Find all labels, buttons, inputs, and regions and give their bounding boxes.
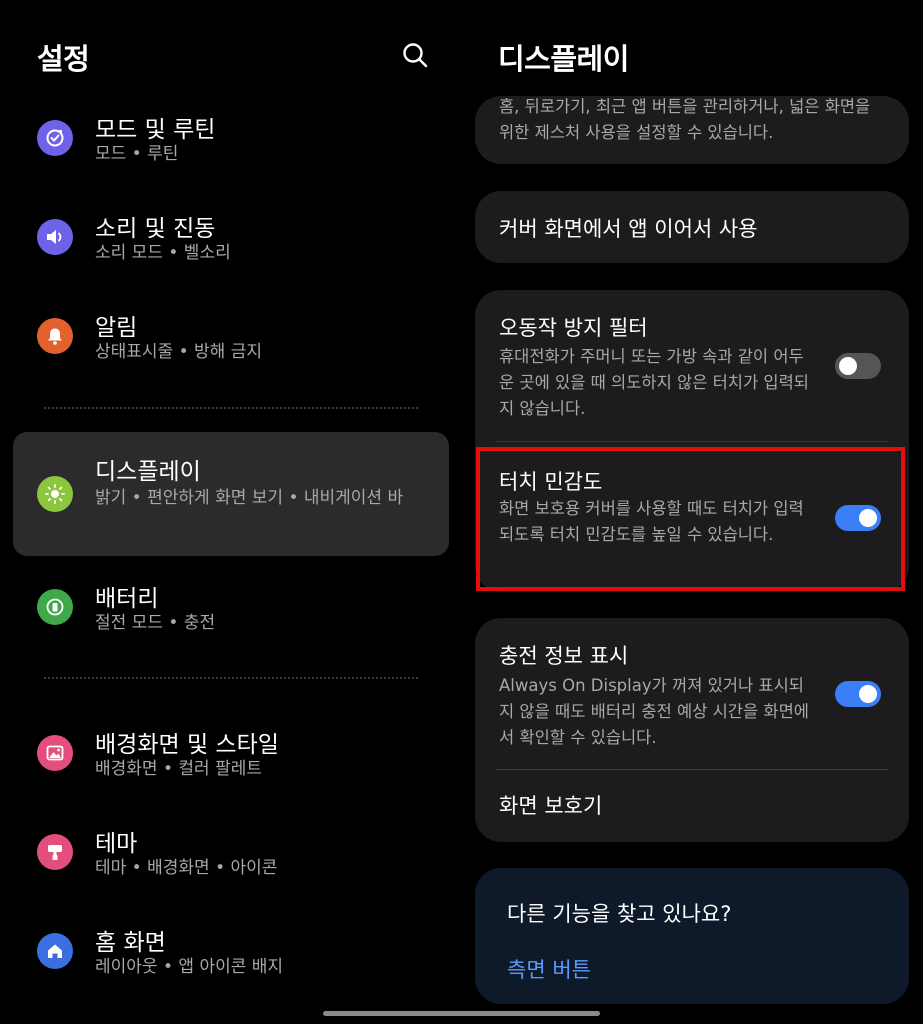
menu-item-subtitle: 테마 • 배경화면 • 아이콘 xyxy=(95,858,278,878)
volume-icon xyxy=(37,219,73,255)
navigation-bar-description: 홈, 뒤로가기, 최근 앱 버튼을 관리하거나, 넓은 화면을 위한 제스처 사… xyxy=(499,97,871,142)
settings-pane: 설정 모드 및 루틴 모드 • 루틴 소리 및 진동 소리 모드 • 벨소리 알… xyxy=(0,0,462,1024)
section-divider xyxy=(44,677,418,679)
gesture-home-bar[interactable] xyxy=(323,1011,600,1016)
image-icon xyxy=(37,735,73,771)
menu-item-subtitle: 레이아웃 • 앱 아이콘 배지 xyxy=(95,957,284,977)
routine-icon xyxy=(37,120,73,156)
menu-item-sound[interactable]: 소리 및 진동 소리 모드 • 벨소리 xyxy=(13,199,449,281)
menu-item-theme[interactable]: 테마 테마 • 배경화면 • 아이콘 xyxy=(13,814,449,896)
menu-item-notifications[interactable]: 알림 상태표시줄 • 방해 금지 xyxy=(13,298,449,380)
menu-item-title: 디스플레이 xyxy=(95,459,201,485)
charging-screensaver-card: 충전 정보 표시 Always On Display가 꺼져 있거나 표시되지 … xyxy=(475,618,909,842)
menu-item-title: 홈 화면 xyxy=(95,930,166,956)
menu-item-title: 알림 xyxy=(95,315,138,341)
sun-icon xyxy=(37,476,73,512)
charging-info-description: Always On Display가 꺼져 있거나 표시되지 않을 때도 배터리… xyxy=(499,676,809,747)
looking-for-else-title: 다른 기능을 찾고 있나요? xyxy=(507,902,732,926)
menu-item-subtitle: 모드 • 루틴 xyxy=(95,144,179,164)
menu-item-wallpaper-style[interactable]: 배경화면 및 스타일 배경화면 • 컬러 팔레트 xyxy=(13,715,449,797)
menu-item-title: 배터리 xyxy=(95,586,159,612)
side-button-link[interactable]: 측면 버튼 xyxy=(507,954,591,984)
menu-item-home-screen[interactable]: 홈 화면 레이아웃 • 앱 아이콘 배지 xyxy=(13,913,449,995)
section-divider xyxy=(44,407,418,409)
accidental-touch-toggle[interactable] xyxy=(835,353,881,379)
screen-saver-title: 화면 보호기 xyxy=(499,794,603,818)
toggle-knob xyxy=(839,357,857,375)
page-title: 설정 xyxy=(37,42,90,76)
menu-item-subtitle: 배경화면 • 컬러 팔레트 xyxy=(95,759,262,779)
search-icon xyxy=(403,43,428,68)
menu-item-subtitle: 밝기 • 편안하게 화면 보기 • 내비게이션 바 xyxy=(95,488,404,508)
navigation-bar-card[interactable]: 홈, 뒤로가기, 최근 앱 버튼을 관리하거나, 넓은 화면을 위한 제스처 사… xyxy=(475,96,909,164)
menu-item-subtitle: 상태표시줄 • 방해 금지 xyxy=(95,342,262,362)
cover-screen-continue-card[interactable]: 커버 화면에서 앱 이어서 사용 xyxy=(475,191,909,263)
cover-screen-continue-title: 커버 화면에서 앱 이어서 사용 xyxy=(499,217,758,241)
menu-item-title: 소리 및 진동 xyxy=(95,216,216,242)
screen-saver-row[interactable]: 화면 보호기 xyxy=(475,770,909,842)
highlight-box xyxy=(476,447,905,591)
toggle-knob xyxy=(859,685,877,703)
page-title: 디스플레이 xyxy=(498,42,629,76)
home-icon xyxy=(37,933,73,969)
battery-icon xyxy=(37,589,73,625)
charging-info-toggle[interactable] xyxy=(835,681,881,707)
looking-for-else-card: 다른 기능을 찾고 있나요? 측면 버튼 xyxy=(475,868,909,1004)
menu-item-modes-routines[interactable]: 모드 및 루틴 모드 • 루틴 xyxy=(13,100,449,182)
search-button[interactable] xyxy=(398,38,432,72)
bell-icon xyxy=(37,318,73,354)
menu-item-title: 테마 xyxy=(95,831,138,857)
charging-info-row[interactable]: 충전 정보 표시 Always On Display가 꺼져 있거나 표시되지 … xyxy=(475,618,909,768)
charging-info-title: 충전 정보 표시 xyxy=(499,644,629,668)
menu-item-subtitle: 소리 모드 • 벨소리 xyxy=(95,243,231,263)
theme-brush-icon xyxy=(37,834,73,870)
menu-item-battery[interactable]: 배터리 절전 모드 • 충전 xyxy=(13,569,449,651)
accidental-touch-row[interactable]: 오동작 방지 필터 휴대전화가 주머니 또는 가방 속과 같이 어두운 곳에 있… xyxy=(475,290,909,440)
accidental-touch-title: 오동작 방지 필터 xyxy=(499,316,648,340)
menu-item-title: 배경화면 및 스타일 xyxy=(95,732,279,758)
menu-item-display[interactable]: 디스플레이 밝기 • 편안하게 화면 보기 • 내비게이션 바 xyxy=(13,432,449,556)
menu-item-subtitle: 절전 모드 • 충전 xyxy=(95,613,216,633)
accidental-touch-description: 휴대전화가 주머니 또는 가방 속과 같이 어두운 곳에 있을 때 의도하지 않… xyxy=(499,347,809,418)
menu-item-title: 모드 및 루틴 xyxy=(95,117,216,143)
